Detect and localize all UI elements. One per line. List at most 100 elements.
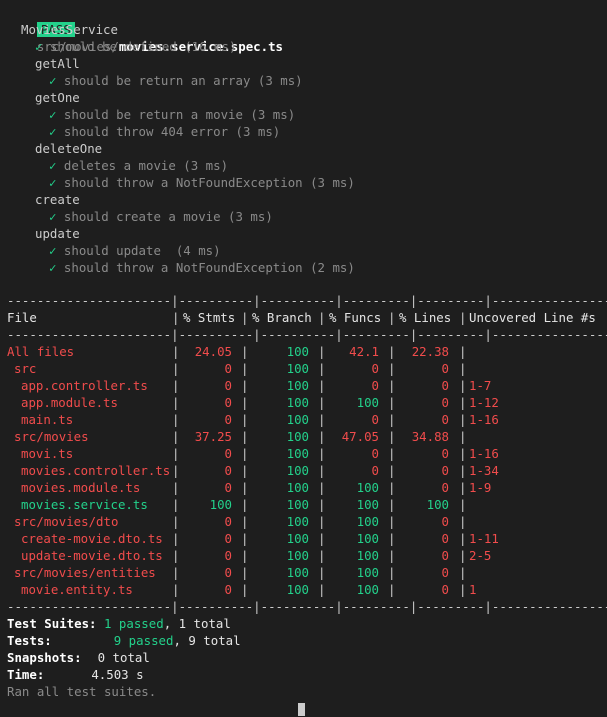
column-separator: | — [241, 497, 249, 512]
column-separator: | — [241, 412, 249, 427]
test-case-label: should be return a movie (3 ms) — [63, 107, 296, 122]
column-separator: | — [388, 378, 396, 393]
coverage-file-name: movies.service.ts — [21, 497, 148, 512]
check-icon: ✓ — [35, 39, 50, 54]
column-separator: | — [459, 361, 467, 376]
test-case: ✓ should update (4 ms) — [49, 242, 221, 259]
coverage-lines-value: 0 — [441, 446, 449, 461]
coverage-file-name: movi.ts — [21, 446, 74, 461]
column-separator: | — [459, 395, 467, 410]
column-separator: | — [318, 565, 326, 580]
check-icon: ✓ — [49, 260, 64, 275]
test-case: ✓ should throw 404 error (3 ms) — [49, 123, 280, 140]
suite-name: MoviesService — [21, 22, 118, 37]
coverage-lines-value: 0 — [441, 361, 449, 376]
column-separator: | — [388, 565, 396, 580]
coverage-lines-value: 22.38 — [411, 344, 449, 359]
column-separator: | — [172, 446, 180, 461]
coverage-lines-value: 0 — [441, 480, 449, 495]
coverage-uncovered-lines: 1 — [469, 582, 477, 597]
check-icon: ✓ — [49, 209, 64, 224]
column-separator: | — [172, 463, 180, 478]
column-separator: | — [172, 344, 180, 359]
coverage-stmts-value: 0 — [224, 361, 232, 376]
column-separator: | — [318, 446, 326, 461]
table-divider-top: ----------------------|----------|------… — [7, 293, 607, 308]
column-separator: | — [459, 463, 467, 478]
column-separator: | — [388, 412, 396, 427]
test-case-label: should update (4 ms) — [63, 243, 221, 258]
coverage-branch-value: 100 — [286, 497, 309, 512]
column-separator: | — [318, 344, 326, 359]
coverage-uncovered-lines: 1-7 — [469, 378, 492, 393]
table-divider-bottom: ----------------------|----------|------… — [7, 599, 607, 614]
column-separator: | — [459, 497, 467, 512]
column-separator: | — [318, 429, 326, 444]
column-separator: | — [241, 429, 249, 444]
coverage-file-name: movies.controller.ts — [21, 463, 171, 478]
column-separator: | — [172, 412, 180, 427]
coverage-stmts-value: 0 — [224, 480, 232, 495]
column-separator: | — [172, 565, 180, 580]
coverage-uncovered-lines: 1-16 — [469, 446, 499, 461]
check-icon: ✓ — [49, 243, 64, 258]
column-separator: | — [459, 548, 467, 563]
coverage-funcs-value: 100 — [356, 497, 379, 512]
coverage-branch-value: 100 — [286, 378, 309, 393]
column-separator: | — [459, 514, 467, 529]
column-separator: | — [172, 361, 180, 376]
column-separator: | — [241, 361, 249, 376]
column-separator: | — [388, 310, 396, 325]
test-case: ✓ should throw a NotFoundException (3 ms… — [49, 174, 355, 191]
coverage-funcs-value: 47.05 — [341, 429, 379, 444]
column-separator: | — [318, 378, 326, 393]
column-separator: | — [241, 378, 249, 393]
test-case-label: should be defined (16 ms) — [49, 39, 237, 54]
column-separator: | — [172, 531, 180, 546]
coverage-stmts-value: 0 — [224, 514, 232, 529]
column-separator: | — [459, 344, 467, 359]
column-separator: | — [318, 395, 326, 410]
summary-ran-all: Ran all test suites. — [7, 684, 157, 699]
coverage-stmts-value: 100 — [209, 497, 232, 512]
column-separator: | — [388, 480, 396, 495]
column-separator: | — [459, 480, 467, 495]
column-separator: | — [318, 361, 326, 376]
prompt-line[interactable] — [7, 700, 305, 717]
coverage-uncovered-lines: 1-34 — [469, 463, 499, 478]
column-separator: | — [241, 582, 249, 597]
coverage-lines-value: 0 — [441, 514, 449, 529]
column-separator: | — [388, 361, 396, 376]
column-header: % Lines — [399, 310, 452, 325]
test-case: ✓ should be return a movie (3 ms) — [49, 106, 295, 123]
test-case-label: should throw a NotFoundException (2 ms) — [63, 260, 355, 275]
column-separator: | — [459, 429, 467, 444]
column-separator: | — [388, 497, 396, 512]
column-separator: | — [172, 514, 180, 529]
summary-tests: Tests: 9 passed, 9 total — [7, 633, 241, 648]
coverage-funcs-value: 100 — [356, 395, 379, 410]
coverage-file-name: create-movie.dto.ts — [21, 531, 163, 546]
coverage-file-name: src — [14, 361, 37, 376]
test-case-label: should throw a NotFoundException (3 ms) — [63, 175, 355, 190]
coverage-file-name: app.module.ts — [21, 395, 118, 410]
coverage-uncovered-lines: 1-11 — [469, 531, 499, 546]
coverage-branch-value: 100 — [286, 514, 309, 529]
column-separator: | — [459, 378, 467, 393]
coverage-file-name: All files — [7, 344, 75, 359]
coverage-lines-value: 0 — [441, 548, 449, 563]
coverage-branch-value: 100 — [286, 429, 309, 444]
coverage-file-name: update-movie.dto.ts — [21, 548, 163, 563]
table-divider-header: ----------------------|----------|------… — [7, 327, 607, 342]
column-separator: | — [459, 531, 467, 546]
column-separator: | — [241, 463, 249, 478]
column-separator: | — [241, 514, 249, 529]
coverage-branch-value: 100 — [286, 463, 309, 478]
coverage-stmts-value: 0 — [224, 446, 232, 461]
coverage-branch-value: 100 — [286, 548, 309, 563]
column-separator: | — [459, 565, 467, 580]
column-separator: | — [388, 446, 396, 461]
coverage-funcs-value: 100 — [356, 582, 379, 597]
check-icon: ✓ — [49, 124, 64, 139]
check-icon: ✓ — [49, 73, 64, 88]
